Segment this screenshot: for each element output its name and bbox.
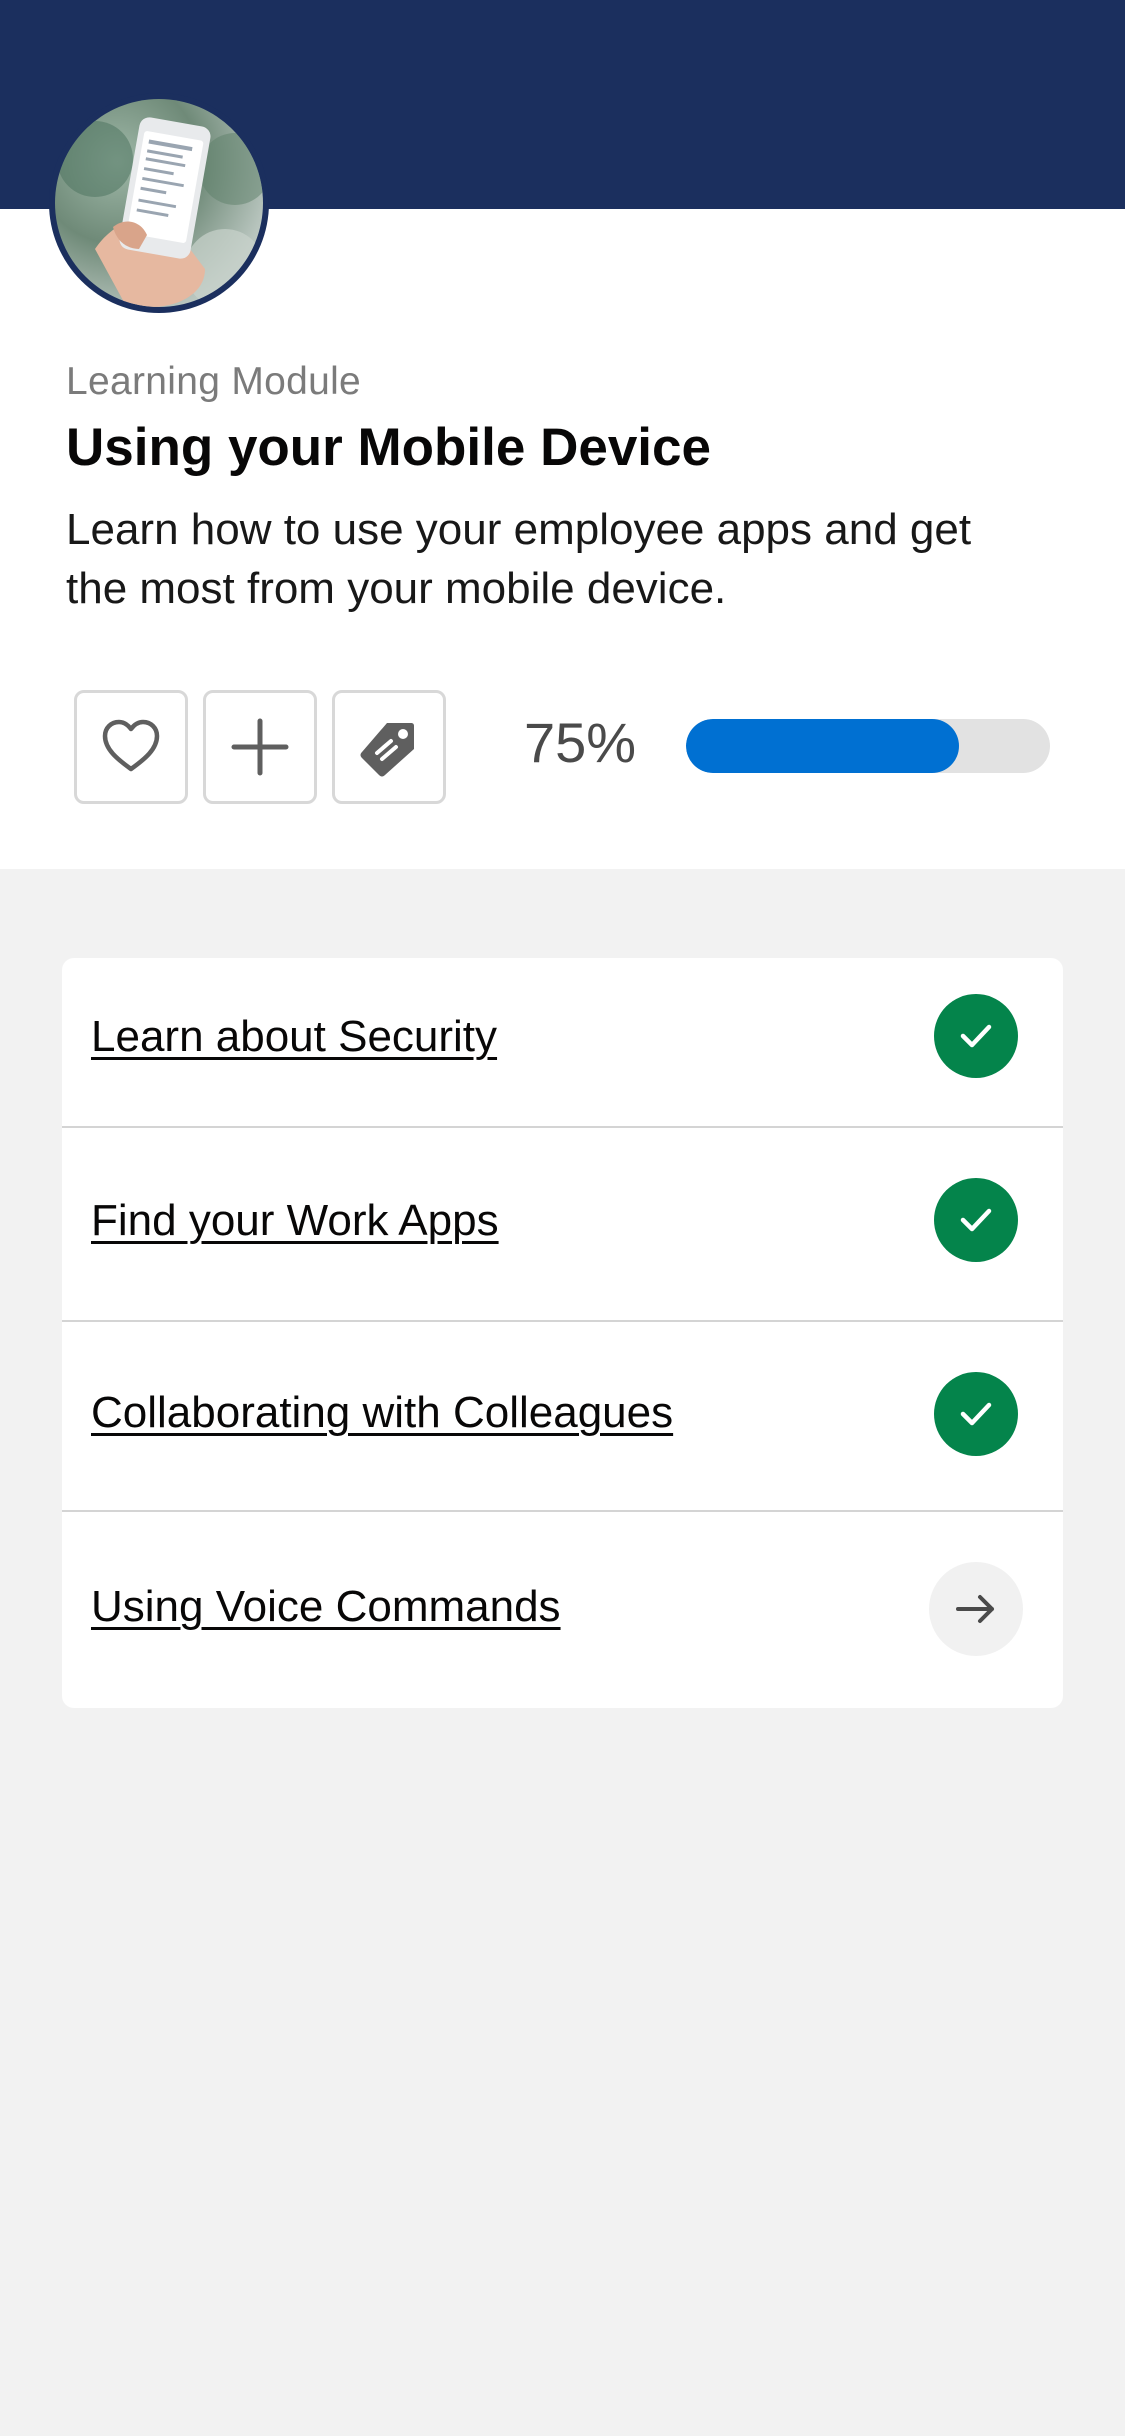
- unit-link-learn-about-security[interactable]: Learn about Security: [91, 1012, 497, 1062]
- check-icon: [960, 1402, 992, 1426]
- progress-bar-fill: [686, 719, 959, 773]
- status-complete: [934, 994, 1018, 1078]
- tag-button[interactable]: [332, 690, 446, 804]
- like-button[interactable]: [74, 690, 188, 804]
- module-avatar: [49, 93, 269, 313]
- progress-percent: 75%: [524, 711, 637, 774]
- list-item[interactable]: Find your Work Apps: [62, 1128, 1063, 1320]
- phone-in-hand-icon: [57, 117, 263, 307]
- list-item[interactable]: Learn about Security: [62, 958, 1063, 1126]
- arrow-right-icon: [956, 1595, 994, 1623]
- progress-bar: [686, 719, 1050, 773]
- heart-icon: [102, 719, 160, 772]
- add-button[interactable]: [203, 690, 317, 804]
- module-description: Learn how to use your employee apps and …: [66, 505, 972, 613]
- next-unit-button[interactable]: [929, 1562, 1023, 1656]
- tag-icon: [360, 723, 414, 777]
- module-eyebrow: Learning Module: [66, 360, 362, 403]
- status-complete: [934, 1178, 1018, 1262]
- list-item[interactable]: Using Voice Commands: [62, 1512, 1063, 1708]
- check-icon: [960, 1024, 992, 1048]
- check-icon: [960, 1208, 992, 1232]
- module-title: Using your Mobile Device: [66, 418, 711, 477]
- unit-link-collaborating-with-colleagues[interactable]: Collaborating with Colleagues: [91, 1388, 673, 1438]
- status-complete: [934, 1372, 1018, 1456]
- list-item[interactable]: Collaborating with Colleagues: [62, 1322, 1063, 1510]
- unit-link-using-voice-commands[interactable]: Using Voice Commands: [91, 1582, 561, 1632]
- unit-link-find-your-work-apps[interactable]: Find your Work Apps: [91, 1196, 499, 1246]
- phone-in-hand-image: [55, 99, 263, 307]
- units-list: Learn about Security Find your Work Apps…: [62, 958, 1063, 1708]
- plus-icon: [231, 718, 289, 776]
